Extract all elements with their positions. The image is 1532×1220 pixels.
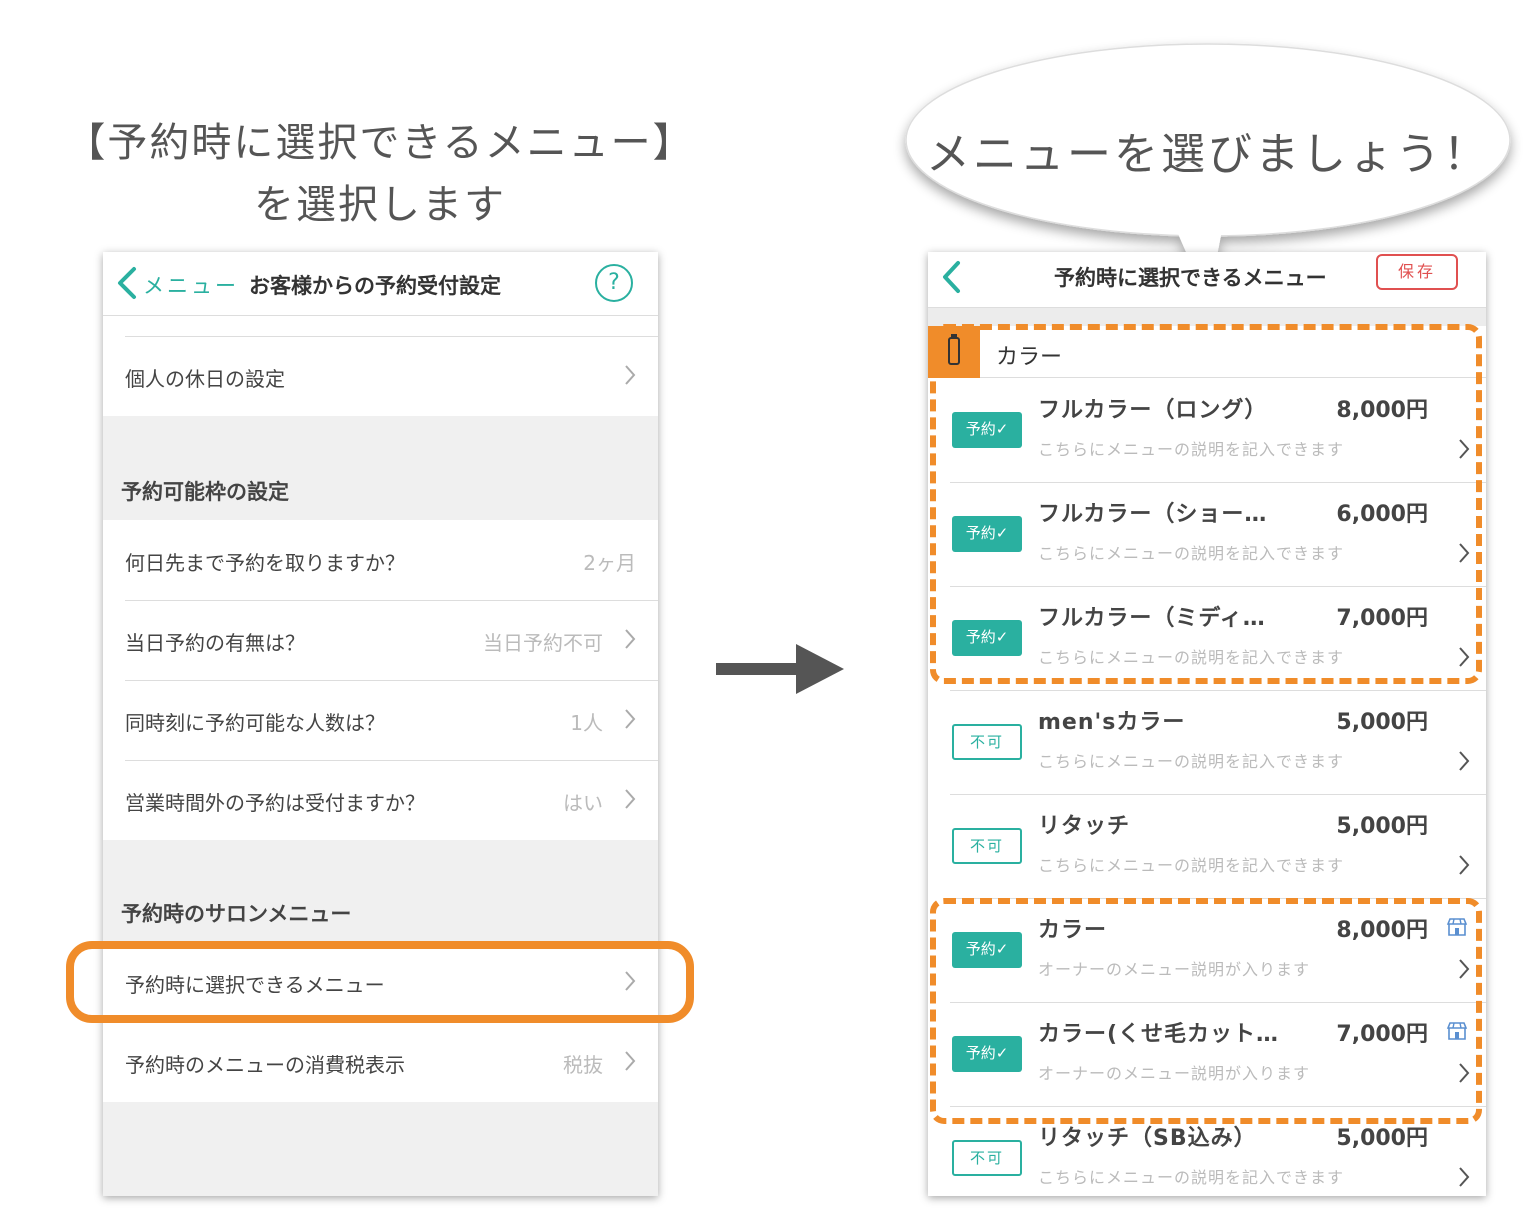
help-icon[interactable]: ? (595, 264, 633, 302)
menu-price: 5,000円 (1336, 814, 1428, 839)
highlight-enabled-group-2 (930, 898, 1482, 1124)
menu-name: リタッチ（SB込み） (1038, 1126, 1257, 1151)
row-value: 1人 (570, 711, 603, 735)
settings-header: メニュー お客様からの予約受付設定 ? (103, 252, 658, 316)
chevron-right-icon (625, 709, 636, 729)
menu-name: リタッチ (1038, 814, 1131, 839)
row-value: 税抜 (563, 1053, 603, 1077)
menu-name: men'sカラー (1038, 710, 1186, 735)
left-heading: 【予約時に選択できるメニュー】 を選択します (60, 112, 700, 236)
menu-description: こちらにメニューの説明を記入できます (1038, 1168, 1345, 1187)
page-title: 予約時に選択できるメニュー (1054, 266, 1327, 290)
highlight-selectable-menu (66, 941, 694, 1023)
row-after-hours[interactable]: 営業時間外の予約は受付ますか？ はい (103, 760, 658, 840)
bubble-text: メニューを選びましょう！ (926, 129, 1490, 180)
settings-screen: メニュー お客様からの予約受付設定 ? 個人の休日の設定 予約可能枠の設定 何日… (103, 252, 658, 1196)
left-heading-line1: 【予約時に選択できるメニュー】 (65, 120, 695, 166)
menu-description: こちらにメニューの説明を記入できます (1038, 856, 1345, 875)
menu-price: 5,000円 (1336, 1126, 1428, 1151)
row-personal-holiday[interactable]: 個人の休日の設定 (103, 336, 658, 416)
row-label: 何日先まで予約を取りますか？ (125, 551, 405, 575)
chevron-right-icon (625, 629, 636, 649)
row-same-day-booking[interactable]: 当日予約の有無は？ 当日予約不可 (103, 600, 658, 680)
chevron-right-icon (1459, 1167, 1470, 1187)
save-button[interactable]: 保存 (1376, 254, 1458, 290)
menu-description: こちらにメニューの説明を記入できます (1038, 752, 1345, 771)
section-title-availability: 予約可能枠の設定 (121, 480, 289, 504)
chevron-right-icon (1459, 855, 1470, 875)
section-title-salon-menu: 予約時のサロンメニュー (121, 902, 352, 926)
speech-bubble: メニューを選びましょう！ (904, 40, 1512, 302)
menu-item[interactable]: 不可 men'sカラー 5,000円こちらにメニューの説明を記入できます (928, 690, 1486, 794)
arrow-right-icon (716, 644, 844, 694)
left-heading-line2: を選択します (254, 182, 506, 228)
back-button[interactable]: メニュー (143, 270, 239, 300)
menu-price: 5,000円 (1336, 710, 1428, 735)
chevron-right-icon (1459, 751, 1470, 771)
row-label: 営業時間外の予約は受付ますか？ (125, 791, 425, 815)
chevron-left-icon[interactable] (115, 266, 139, 300)
chevron-right-icon (625, 1051, 636, 1071)
highlight-enabled-group-1 (930, 324, 1482, 684)
chevron-right-icon (625, 365, 636, 385)
menu-item[interactable]: 不可 リタッチ 5,000円こちらにメニューの説明を記入できます (928, 794, 1486, 898)
unavailable-toggle[interactable]: 不可 (952, 828, 1022, 864)
menu-header: 予約時に選択できるメニュー 保存 (928, 252, 1486, 308)
unavailable-toggle[interactable]: 不可 (952, 724, 1022, 760)
row-value: 2ヶ月 (583, 551, 636, 575)
chevron-right-icon (625, 789, 636, 809)
row-tax-display[interactable]: 予約時のメニューの消費税表示 税抜 (103, 1022, 658, 1102)
spacer (103, 316, 658, 336)
row-booking-range[interactable]: 何日先まで予約を取りますか？ 2ヶ月 (103, 520, 658, 600)
row-label: 個人の休日の設定 (125, 367, 285, 391)
row-label: 当日予約の有無は？ (125, 631, 305, 655)
row-label: 同時刻に予約可能な人数は？ (125, 711, 385, 735)
chevron-left-icon[interactable] (940, 260, 962, 294)
row-value: 当日予約不可 (483, 631, 603, 655)
row-concurrent-capacity[interactable]: 同時刻に予約可能な人数は？ 1人 (103, 680, 658, 760)
row-label: 予約時のメニューの消費税表示 (125, 1053, 405, 1077)
unavailable-toggle[interactable]: 不可 (952, 1140, 1022, 1176)
page-title: お客様からの予約受付設定 (249, 274, 501, 298)
row-value: はい (563, 791, 603, 815)
